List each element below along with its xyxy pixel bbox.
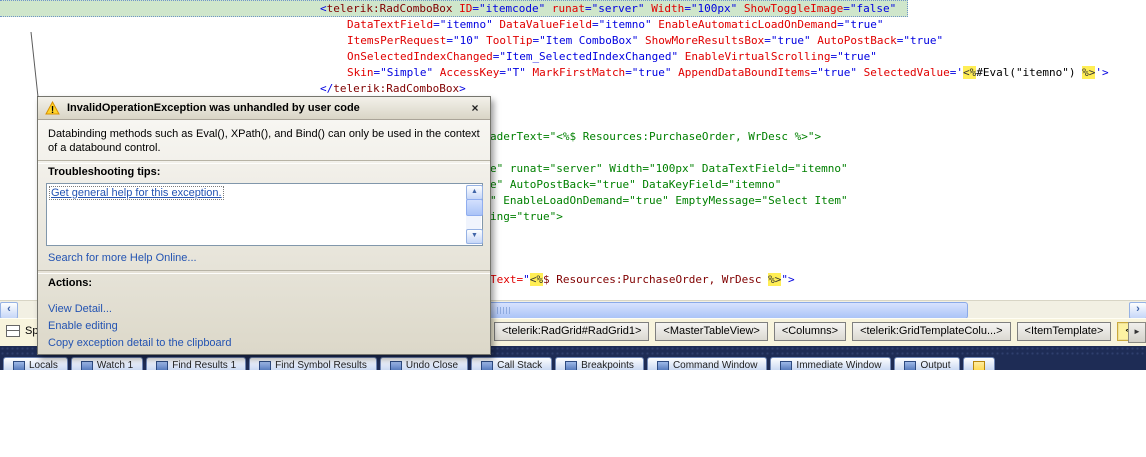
panel-tab-label: Command Window — [672, 360, 758, 370]
search-help-online-link[interactable]: Search for more Help Online... — [48, 252, 197, 264]
panel-tab-label: Output — [920, 360, 951, 370]
panel-tab-label: Immediate Window — [796, 360, 882, 370]
exception-message: Databinding methods such as Eval(), XPat… — [48, 128, 480, 154]
exception-dialog-titlebar: ! InvalidOperationException was unhandle… — [38, 97, 490, 120]
split-view-button[interactable]: Spl — [6, 325, 41, 337]
panel-tab-icon — [389, 361, 402, 370]
panel-tab-icon — [780, 361, 793, 370]
bottom-panel-tab[interactable]: Find Symbol Results — [249, 357, 377, 370]
panel-tab-label: Call Stack — [497, 360, 543, 370]
bottom-panel-tab[interactable]: Immediate Window — [770, 357, 892, 370]
breadcrumb-tag[interactable]: <telerik:GridTemplateColu...> — [852, 322, 1011, 341]
code-line: e" AutoPostBack="true" DataKeyField="ite… — [490, 178, 782, 191]
code-line: DataTextField="itemno" DataValueField="i… — [347, 18, 884, 31]
bottom-panel-tab[interactable]: Undo Close — [379, 357, 469, 370]
scroll-left-button[interactable]: ‹ — [0, 302, 18, 319]
bottom-panel-tab[interactable]: Output — [894, 357, 961, 370]
scrollbar-thumb[interactable] — [466, 199, 483, 216]
action-link[interactable]: Enable editing — [48, 320, 118, 332]
code-line: OnSelectedIndexChanged="Item_SelectedInd… — [347, 50, 877, 63]
code-line: </telerik:RadComboBox> — [320, 82, 466, 95]
vs-editor-window: <telerik:RadComboBox ID="itemcode" runat… — [0, 0, 1146, 457]
code-line: " EnableLoadOnDemand="true" EmptyMessage… — [490, 194, 848, 207]
panel-tab-icon — [80, 361, 93, 370]
tips-items: Get general help for this exception. — [47, 184, 465, 200]
bottom-panel-tab[interactable]: Breakpoints — [555, 357, 644, 370]
code-line: Skin="Simple" AccessKey="T" MarkFirstMat… — [347, 66, 1109, 79]
breadcrumb-tag[interactable]: <MasterTableView> — [655, 322, 768, 341]
breadcrumb-tag[interactable]: <Columns> — [773, 322, 847, 341]
panel-tab-icon — [481, 361, 494, 370]
bottom-panel-tab[interactable]: Find Results 1 — [146, 357, 247, 370]
panel-tab-icon — [565, 361, 578, 370]
panel-tab-icon — [156, 361, 169, 370]
bottom-panel-tabs: Locals Watch 1 Find Results 1 Find Symbol R… — [0, 357, 1146, 370]
panel-tab-label: Locals — [29, 360, 58, 370]
troubleshooting-tips-list: Get general help for this exception. ▲ ▼ — [46, 183, 483, 246]
troubleshooting-heading: Troubleshooting tips: — [48, 166, 161, 178]
divider — [38, 160, 490, 164]
warning-icon: ! — [45, 101, 60, 115]
scroll-up-icon[interactable]: ▲ — [466, 185, 483, 200]
bottom-panel-tab[interactable] — [963, 357, 996, 370]
code-line: aderText="<%$ Resources:PurchaseOrder, W… — [490, 130, 822, 143]
breadcrumb-tag[interactable]: <telerik:RadGrid#RadGrid1> — [494, 322, 650, 341]
actions-heading: Actions: — [48, 277, 92, 289]
scrollbar-grip — [497, 307, 510, 314]
action-link[interactable]: Copy exception detail to the clipboard — [48, 337, 231, 349]
tips-scrollbar: ▲ ▼ — [466, 185, 483, 244]
bottom-panel-tab[interactable]: Watch 1 — [70, 357, 144, 370]
panel-tab-label: Find Results 1 — [172, 360, 237, 370]
action-link[interactable]: View Detail... — [48, 303, 112, 315]
panel-tab-label: Watch 1 — [96, 360, 134, 370]
scroll-down-icon[interactable]: ▼ — [466, 229, 483, 244]
split-view-icon — [6, 325, 20, 337]
close-icon[interactable]: × — [467, 101, 483, 116]
panel-tab-icon — [973, 361, 986, 370]
code-line: ItemsPerRequest="10" ToolTip="Item Combo… — [347, 34, 944, 47]
code-line: e" runat="server" Width="100px" DataText… — [490, 162, 848, 175]
divider — [38, 270, 490, 274]
panel-tab-label: Undo Close — [405, 360, 459, 370]
panel-tab-label: Find Symbol Results — [275, 360, 367, 370]
tip-link[interactable]: Get general help for this exception. — [49, 186, 224, 200]
code-line: Text="<%$ Resources:PurchaseOrder, WrDes… — [490, 273, 795, 286]
scroll-right-button[interactable]: › — [1129, 302, 1146, 319]
panel-tab-icon — [13, 361, 25, 370]
panel-tab-icon — [904, 361, 917, 370]
code-line: ing="true"> — [490, 210, 563, 223]
panel-tab-icon — [259, 361, 272, 370]
exception-dialog-title: InvalidOperationException was unhandled … — [67, 102, 360, 114]
exception-callout-line — [26, 28, 42, 105]
svg-text:!: ! — [51, 105, 54, 115]
bottom-panel-tab[interactable]: Locals — [3, 357, 68, 370]
breadcrumb: <telerik:RadGrid#RadGrid1> <MasterTableVi… — [494, 322, 1146, 341]
code-line: <telerik:RadComboBox ID="itemcode" runat… — [320, 2, 897, 15]
bottom-panel-tab[interactable]: Call Stack — [471, 357, 553, 370]
breadcrumb-tag[interactable]: <ItemTemplate> — [1016, 322, 1112, 341]
panel-tab-label: Breakpoints — [581, 360, 634, 370]
breadcrumb-overflow-button[interactable]: ► — [1128, 322, 1146, 343]
exception-dialog: ! InvalidOperationException was unhandle… — [37, 96, 491, 355]
bottom-panel-tab[interactable]: Command Window — [646, 357, 768, 370]
panel-tab-icon — [656, 361, 669, 370]
